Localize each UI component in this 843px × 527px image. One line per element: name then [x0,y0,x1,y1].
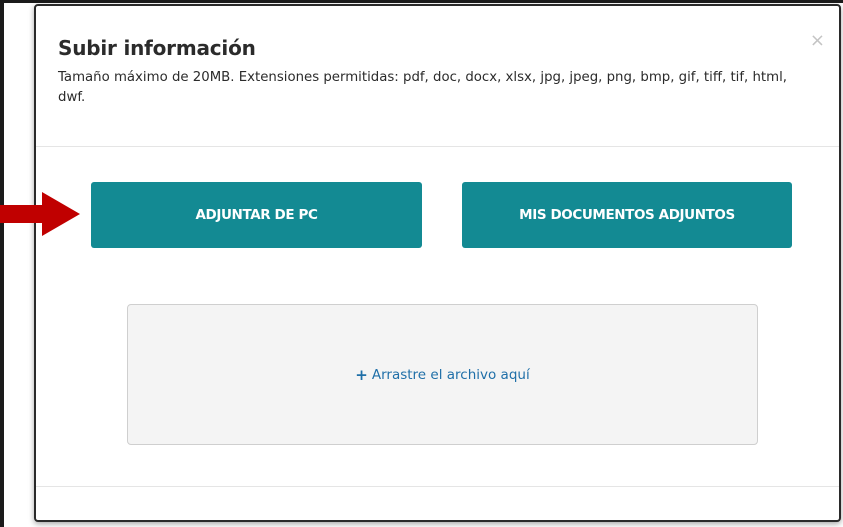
backdrop-edge-left [0,0,4,527]
attach-from-pc-button[interactable]: ADJUNTAR DE PC [91,182,422,248]
screenshot-stage: Subir información Tamaño máximo de 20MB.… [0,0,843,527]
upload-modal: Subir información Tamaño máximo de 20MB.… [34,4,841,522]
my-attached-documents-button[interactable]: MIS DOCUMENTOS ADJUNTOS [462,182,792,248]
plus-icon: + [355,365,368,384]
attach-from-pc-label: ADJUNTAR DE PC [195,207,318,223]
modal-footer [36,486,839,521]
close-icon[interactable]: × [810,32,825,50]
annotation-arrow-shape [0,192,80,236]
my-attached-documents-label: MIS DOCUMENTOS ADJUNTOS [519,207,735,223]
backdrop-edge-top [0,0,843,3]
modal-header: Subir información Tamaño máximo de 20MB.… [36,6,839,147]
arrow-right-icon [0,192,80,236]
dropzone-label: Arrastre el archivo aquí [371,366,530,383]
modal-subtitle: Tamaño máximo de 20MB. Extensiones permi… [58,70,788,105]
file-dropzone[interactable]: + Arrastre el archivo aquí [127,304,758,445]
modal-title: Subir información [58,36,256,60]
